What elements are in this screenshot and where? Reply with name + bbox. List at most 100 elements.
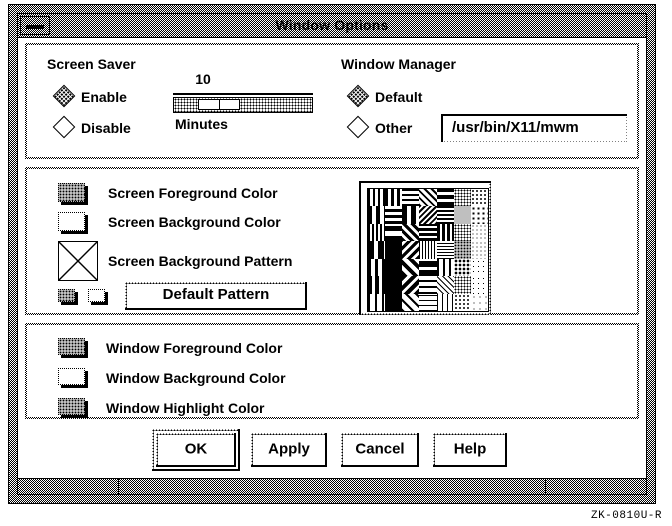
pattern-swatch-14[interactable] <box>470 206 488 224</box>
button-border-bottom <box>125 308 307 310</box>
label-window-foreground-color: Window Foreground Color <box>106 340 283 356</box>
swatch-face <box>58 289 75 302</box>
apply-button-label: Apply <box>268 440 310 458</box>
radio-wm-other[interactable] <box>346 115 370 139</box>
pattern-swatch-28[interactable] <box>470 241 488 259</box>
pattern-swatch-46[interactable] <box>419 293 437 311</box>
pattern-swatch-29[interactable] <box>368 258 386 277</box>
swatch-window-highlight-color[interactable] <box>58 398 88 418</box>
pattern-swatch-1[interactable] <box>368 189 386 207</box>
pattern-swatch-22[interactable] <box>368 241 386 259</box>
pattern-swatch-32[interactable] <box>419 258 437 277</box>
wm-path-value: /usr/bin/X11/mwm <box>452 119 579 136</box>
pattern-swatch-11[interactable] <box>419 206 437 224</box>
group-border-bottom <box>25 313 639 315</box>
pattern-swatch-23[interactable] <box>385 241 403 259</box>
swatch-window-foreground-color[interactable] <box>58 338 88 358</box>
pattern-swatch-18[interactable] <box>419 223 437 242</box>
pattern-preview[interactable] <box>359 181 491 315</box>
pattern-swatch-15[interactable] <box>368 223 386 242</box>
pattern-swatch-25[interactable] <box>419 241 437 259</box>
group-border-top <box>25 43 639 45</box>
swatch-screen-background-color[interactable] <box>58 212 88 234</box>
pattern-swatch-30[interactable] <box>385 258 403 277</box>
pattern-swatch-2[interactable] <box>385 189 403 207</box>
pattern-swatch-47[interactable] <box>436 293 454 311</box>
radio-diamond-icon <box>52 115 76 139</box>
swatch-pattern-background[interactable] <box>88 289 108 305</box>
pattern-swatch-8[interactable] <box>368 206 386 224</box>
window-frame-left[interactable] <box>9 5 17 503</box>
cancel-button[interactable]: Cancel <box>341 433 419 467</box>
window-frame-right[interactable] <box>647 5 655 503</box>
window-title: Window Options <box>275 17 389 33</box>
default-pattern-button[interactable]: Default Pattern <box>125 282 307 310</box>
wm-path-input[interactable]: /usr/bin/X11/mwm <box>441 114 627 142</box>
radio-screensaver-disable[interactable] <box>52 115 76 139</box>
default-ring-top <box>152 429 238 431</box>
swatch-face <box>88 289 105 302</box>
pattern-swatch-12[interactable] <box>436 206 454 224</box>
pattern-swatch-21[interactable] <box>470 223 488 242</box>
swatch-pattern-foreground[interactable] <box>58 289 78 305</box>
dialog-client-area: Screen Saver Enable Disable 10 Minutes W… <box>19 39 645 477</box>
pattern-swatch-38[interactable] <box>402 276 420 294</box>
pattern-swatch-17[interactable] <box>402 223 420 242</box>
slider-trough[interactable] <box>173 97 313 113</box>
pattern-swatch-6[interactable] <box>453 189 471 207</box>
slider-thumb[interactable] <box>198 99 240 110</box>
pattern-swatch-3[interactable] <box>402 189 420 207</box>
pattern-swatch-27[interactable] <box>453 241 471 259</box>
pattern-swatch-42[interactable] <box>470 276 488 294</box>
pattern-swatch-43[interactable] <box>368 293 386 311</box>
pattern-swatch-19[interactable] <box>436 223 454 242</box>
pattern-swatch-7[interactable] <box>470 189 488 207</box>
title-bar[interactable]: Window Options <box>18 14 646 38</box>
screensaver-timeout-slider[interactable] <box>173 93 313 113</box>
ok-button-label: OK <box>184 440 208 458</box>
group-border-right <box>637 167 639 315</box>
pattern-swatch-37[interactable] <box>385 276 403 294</box>
window-frame-top[interactable] <box>9 5 655 13</box>
ok-button[interactable]: OK <box>156 433 236 467</box>
swatch-window-background-color[interactable] <box>58 368 88 388</box>
pattern-swatch-34[interactable] <box>453 258 471 277</box>
swatch-face <box>58 368 85 385</box>
pattern-swatch-4[interactable] <box>419 189 437 207</box>
swatch-face <box>58 338 85 355</box>
pattern-swatch-20[interactable] <box>453 223 471 242</box>
pattern-swatch-grid[interactable] <box>367 188 489 312</box>
window-appearance-group: Window Foreground Color Window Backgroun… <box>25 323 639 419</box>
pattern-swatch-40[interactable] <box>436 276 454 294</box>
button-border-bottom <box>433 465 507 467</box>
radio-wm-default[interactable] <box>346 84 370 108</box>
swatch-screen-foreground-color[interactable] <box>58 183 88 205</box>
help-button[interactable]: Help <box>433 433 507 467</box>
pattern-swatch-10[interactable] <box>402 206 420 224</box>
pattern-swatch-33[interactable] <box>436 258 454 277</box>
top-options-group: Screen Saver Enable Disable 10 Minutes W… <box>25 43 639 159</box>
pattern-swatch-49[interactable] <box>470 293 488 311</box>
pattern-swatch-36[interactable] <box>368 276 386 294</box>
pattern-swatch-31[interactable] <box>402 258 420 277</box>
window-frame-bottom[interactable] <box>9 495 655 503</box>
radio-diamond-icon <box>52 84 76 108</box>
pattern-swatch-16[interactable] <box>385 223 403 242</box>
radio-screensaver-enable[interactable] <box>52 84 76 108</box>
pattern-swatch-41[interactable] <box>453 276 471 294</box>
apply-button[interactable]: Apply <box>251 433 327 467</box>
pattern-swatch-45[interactable] <box>402 293 420 311</box>
resize-grip[interactable] <box>18 478 646 494</box>
pattern-swatch-9[interactable] <box>385 206 403 224</box>
pattern-swatch-35[interactable] <box>470 258 488 277</box>
swatch-shadow-bottom <box>91 302 108 305</box>
pattern-swatch-24[interactable] <box>402 241 420 259</box>
pattern-swatch-13[interactable] <box>453 206 471 224</box>
pattern-swatch-48[interactable] <box>453 293 471 311</box>
pattern-swatch-44[interactable] <box>385 293 403 311</box>
swatch-face <box>58 398 85 415</box>
pattern-swatch-5[interactable] <box>436 189 454 207</box>
pattern-swatch-26[interactable] <box>436 241 454 259</box>
swatch-screen-background-pattern[interactable] <box>58 241 98 281</box>
pattern-swatch-39[interactable] <box>419 276 437 294</box>
